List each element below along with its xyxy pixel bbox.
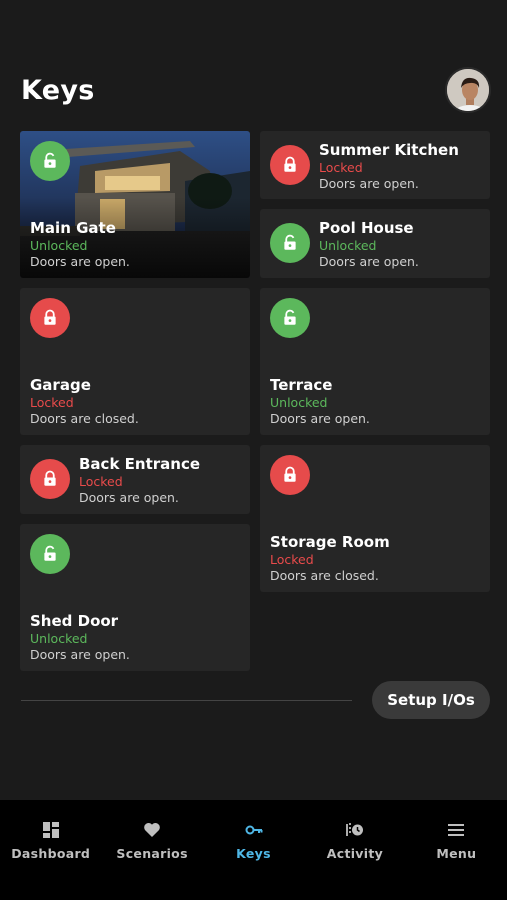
key-card-main-gate[interactable]: Main Gate Unlocked Doors are open. [20,131,250,278]
nav-label: Dashboard [11,846,91,861]
lock-open-icon [281,234,299,252]
door-status: Doors are open. [270,411,370,426]
key-name: Summer Kitchen [319,141,459,159]
door-status: Doors are open. [30,647,130,662]
locked-icon[interactable] [30,298,70,338]
key-name: Pool House [319,219,414,237]
lock-open-icon [41,545,59,563]
nav-label: Menu [436,846,477,861]
lock-status: Unlocked [270,395,328,410]
key-name: Storage Room [270,533,390,551]
unlocked-icon[interactable] [270,298,310,338]
unlocked-icon[interactable] [270,223,310,263]
key-card-pool-house[interactable]: Pool House Unlocked Doors are open. [260,209,490,278]
key-card-terrace[interactable]: Terrace Unlocked Doors are open. [260,288,490,435]
key-name: Main Gate [30,219,116,237]
nav-item-activity[interactable]: Activity [304,800,405,900]
door-status: Doors are open. [319,176,419,191]
key-card-summer-kitchen[interactable]: Summer Kitchen Locked Doors are open. [260,131,490,199]
bottom-nav: Dashboard Scenarios Keys Activity Menu [0,800,507,900]
unlocked-icon[interactable] [30,141,70,181]
heart-icon [144,822,160,837]
lock-status: Locked [30,395,74,410]
lock-status: Locked [319,160,363,175]
lock-status: Unlocked [319,238,377,253]
nav-item-dashboard[interactable]: Dashboard [0,800,101,900]
page-title: Keys [21,75,95,106]
lock-closed-icon [281,466,299,484]
locked-icon[interactable] [30,459,70,499]
locked-icon[interactable] [270,455,310,495]
door-status: Doors are open. [79,490,179,505]
avatar[interactable] [445,67,491,113]
key-icon [245,825,263,835]
lock-status: Locked [270,552,314,567]
divider [21,700,352,701]
lock-status: Unlocked [30,238,88,253]
key-name: Shed Door [30,612,119,630]
lock-status: Unlocked [30,631,88,646]
nav-label: Keys [236,846,271,861]
key-name: Garage [30,376,91,394]
unlocked-icon[interactable] [30,534,70,574]
door-status: Doors are open. [30,254,130,269]
key-card-storage-room[interactable]: Storage Room Locked Doors are closed. [260,445,490,592]
key-name: Back Entrance [79,455,201,473]
lock-status: Locked [79,474,123,489]
lock-open-icon [281,309,299,327]
key-card-garage[interactable]: Garage Locked Doors are closed. [20,288,250,435]
setup-ios-button[interactable]: Setup I/Os [372,681,490,719]
locked-icon[interactable] [270,145,310,185]
lock-closed-icon [41,309,59,327]
lock-closed-icon [281,156,299,174]
lock-closed-icon [41,470,59,488]
nav-label: Scenarios [116,846,188,861]
key-name: Terrace [270,376,333,394]
nav-item-scenarios[interactable]: Scenarios [101,800,202,900]
lock-open-icon [41,152,59,170]
nav-label: Activity [326,846,384,861]
menu-icon [448,824,465,836]
nav-item-keys[interactable]: Keys [203,800,304,900]
door-status: Doors are closed. [30,411,139,426]
door-status: Doors are open. [319,254,419,269]
key-card-back-entrance[interactable]: Back Entrance Locked Doors are open. [20,445,250,514]
key-card-shed-door[interactable]: Shed Door Unlocked Doors are open. [20,524,250,671]
avatar-photo [447,69,489,111]
door-status: Doors are closed. [270,568,379,583]
activity-icon [346,823,363,836]
dashboard-icon [42,822,59,838]
nav-item-menu[interactable]: Menu [406,800,507,900]
